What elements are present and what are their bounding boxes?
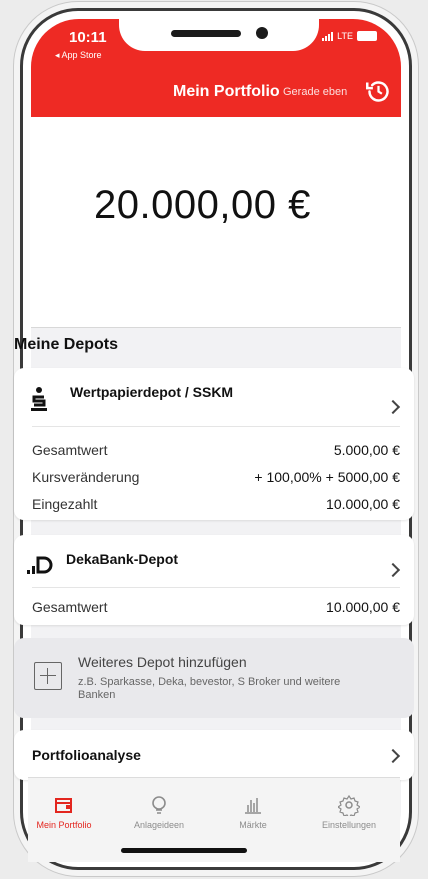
speaker-icon: [171, 30, 241, 37]
depot-row: Eingezahlt 10.000,00 €: [32, 496, 400, 516]
portfolio-total-value: 20.000,00 €: [94, 183, 311, 227]
tab-label: Märkte: [239, 820, 267, 830]
sparkasse-logo-icon: [31, 387, 47, 411]
row-label: Gesamtwert: [32, 599, 108, 615]
add-depot-subtitle: z.B. Sparkasse, Deka, bevestor, S Broker…: [78, 676, 341, 701]
add-depot-title: Weiteres Depot hinzufügen: [78, 654, 247, 670]
row-value-change: + 100,00% + 5000,00 €: [254, 469, 400, 485]
bar-chart-icon: [245, 798, 261, 814]
lightbulb-icon: [152, 796, 166, 814]
row-value: 5.000,00 €: [333, 442, 400, 458]
tab-anlageideen[interactable]: Anlageideen: [115, 794, 203, 830]
divider: [32, 426, 400, 427]
gear-icon: [338, 794, 360, 816]
chevron-right-icon[interactable]: [385, 562, 401, 578]
depot-name: Wertpapierdepot / SSKM: [70, 384, 234, 400]
network-label: LTE: [337, 31, 353, 41]
chevron-right-icon[interactable]: [385, 399, 401, 415]
row-label: Gesamtwert: [32, 442, 108, 458]
depot-row: Gesamtwert 5.000,00 €: [32, 442, 400, 462]
history-icon[interactable]: [365, 78, 392, 105]
signal-icon: [322, 31, 334, 41]
tab-label: Anlageideen: [133, 820, 185, 830]
add-icon: [34, 662, 62, 690]
wallet-icon: [55, 798, 72, 813]
add-depot-card[interactable]: Weiteres Depot hinzufügen z.B. Sparkasse…: [14, 638, 414, 718]
depot-name: DekaBank-Depot: [66, 551, 179, 567]
depot-card-sskm[interactable]: Wertpapierdepot / SSKM Gesamtwert 5.000,…: [14, 368, 414, 520]
portfolio-analysis-card[interactable]: Portfolioanalyse: [14, 730, 414, 780]
tab-einstellungen[interactable]: Einstellungen: [305, 794, 393, 830]
tab-maerkte[interactable]: Märkte: [209, 794, 297, 830]
tab-label: Mein Portfolio: [36, 820, 92, 830]
row-value: 10.000,00 €: [326, 496, 400, 512]
depot-row: Gesamtwert 10.000,00 €: [32, 599, 400, 619]
phone-notch: [119, 19, 319, 51]
analysis-title: Portfolioanalyse: [32, 747, 141, 763]
back-to-app-store[interactable]: ◂ App Store: [55, 50, 102, 61]
app-header: 10:11 ◂ App Store LTE Mein Portfolio Ger…: [31, 19, 401, 117]
depot-row: Kursveränderung + 100,00% + 5000,00 €: [32, 469, 400, 489]
row-value: 10.000,00 €: [326, 599, 400, 615]
depots-section-title: Meine Depots: [14, 336, 119, 353]
depot-card-deka[interactable]: DekaBank-Depot Gesamtwert 10.000,00 €: [14, 535, 414, 625]
tab-mein-portfolio[interactable]: Mein Portfolio: [20, 794, 108, 830]
battery-icon: [357, 31, 377, 41]
percent-change: + 100,00%: [254, 469, 322, 485]
row-label: Eingezahlt: [32, 496, 98, 512]
row-label: Kursveränderung: [32, 469, 140, 485]
camera-icon: [256, 27, 268, 39]
last-updated-label: Gerade eben: [283, 86, 348, 98]
tab-label: Einstellungen: [321, 820, 377, 830]
status-time: 10:11: [69, 29, 107, 46]
amount-change: + 5000,00 €: [325, 469, 400, 485]
portfolio-summary: 20.000,00 €: [31, 117, 401, 328]
home-indicator[interactable]: [121, 848, 247, 853]
deka-logo-icon: [27, 556, 53, 574]
page-title: Mein Portfolio: [173, 83, 280, 100]
status-indicators: LTE: [322, 31, 377, 41]
chevron-right-icon[interactable]: [385, 748, 401, 764]
divider: [32, 587, 400, 588]
